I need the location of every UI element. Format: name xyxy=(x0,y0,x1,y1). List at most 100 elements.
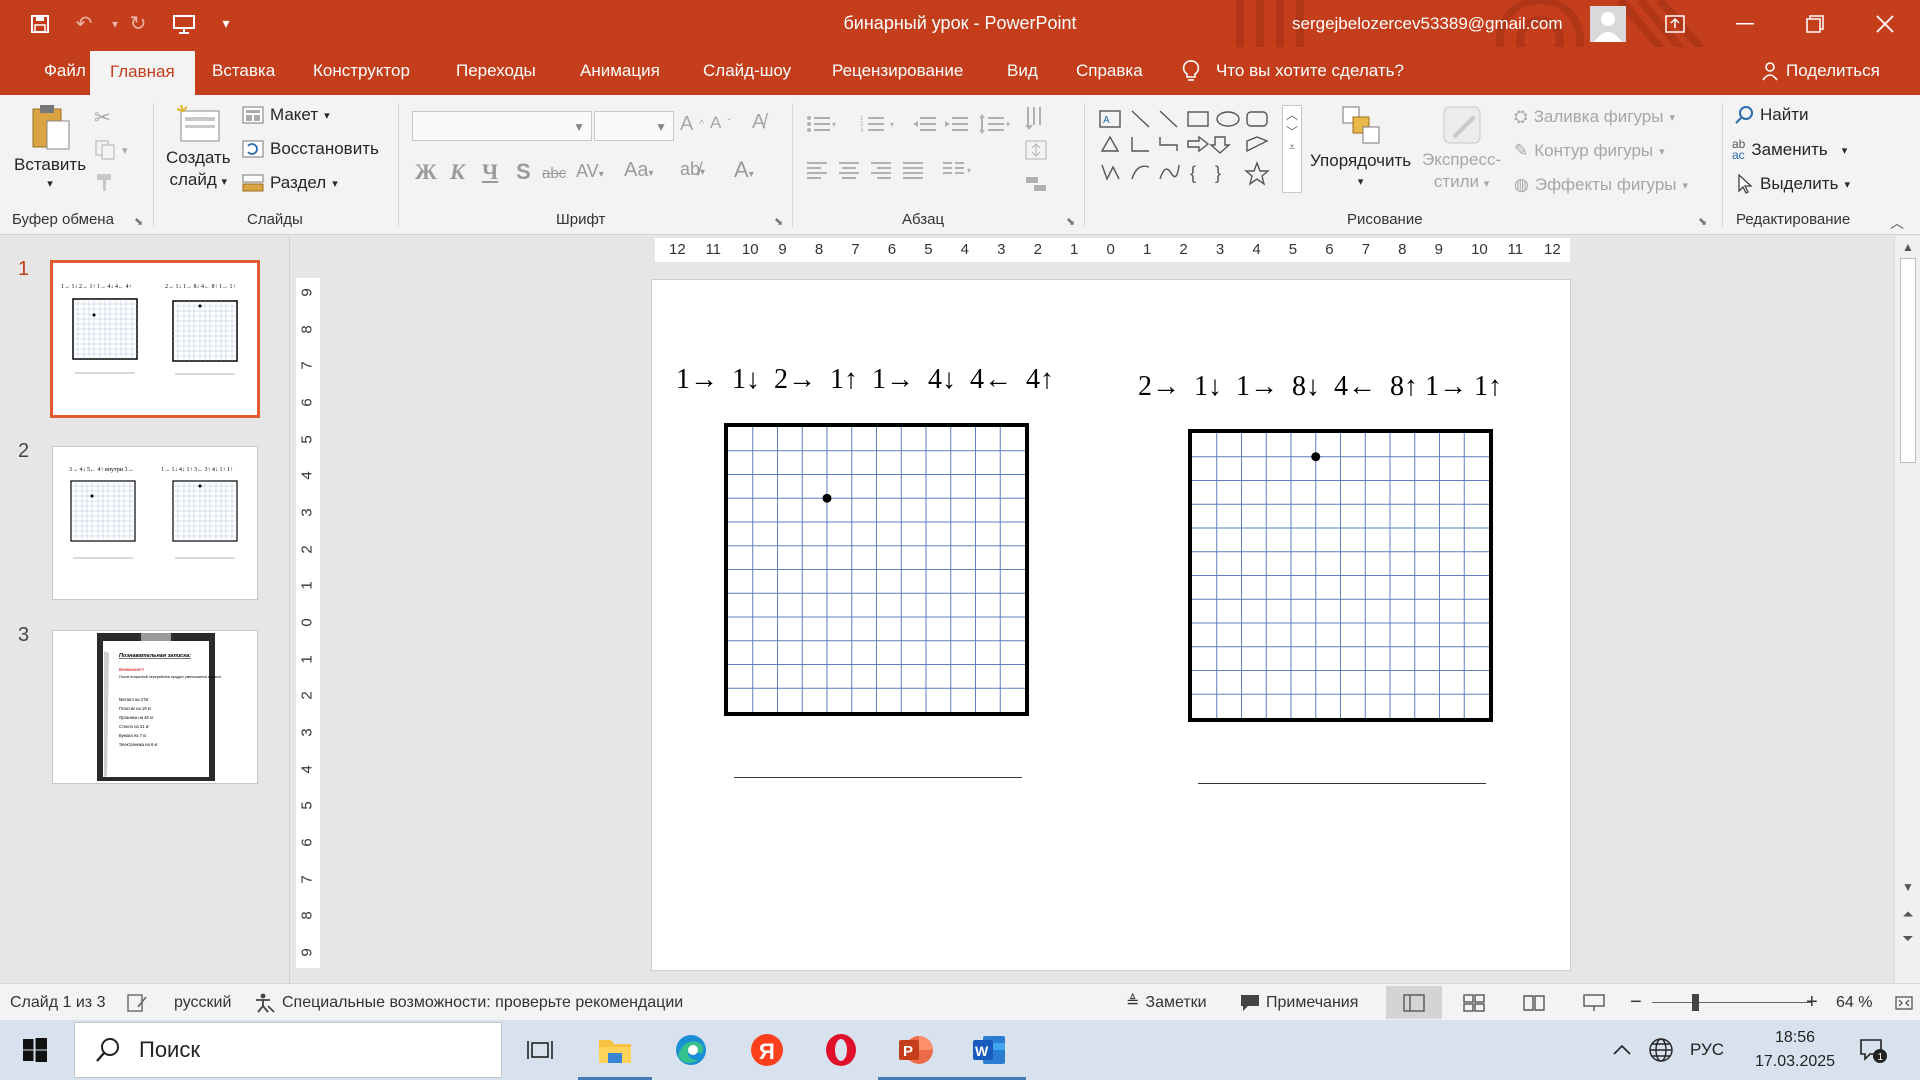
highlight-icon[interactable]: ab̸▾ xyxy=(680,159,705,180)
section-button[interactable]: Раздел ▾ xyxy=(242,173,338,193)
format-painter-icon[interactable] xyxy=(94,171,116,193)
slideshow-view-icon[interactable] xyxy=(1566,986,1622,1019)
copy-icon[interactable]: ▾ xyxy=(94,139,128,161)
new-slide-button[interactable]: Создать слайд ▾ xyxy=(166,103,231,193)
save-icon[interactable] xyxy=(20,0,60,47)
sequence-right[interactable]: 2→ 1↓ 1→ 8↓ 4← 8↑ 1→ 1↑ xyxy=(1138,371,1502,403)
file-explorer-icon[interactable] xyxy=(578,1020,652,1080)
windows-start-icon[interactable] xyxy=(0,1020,70,1080)
font-family-combo[interactable]: ▼ xyxy=(412,111,592,141)
tab-animations[interactable]: Анимация xyxy=(560,47,680,95)
find-button[interactable]: Найти xyxy=(1734,105,1809,125)
select-button[interactable]: Выделить ▾ xyxy=(1736,173,1850,195)
text-direction-icon[interactable] xyxy=(1024,105,1054,131)
grid-left[interactable] xyxy=(724,423,1029,716)
bold-button[interactable]: Ж xyxy=(415,159,437,185)
shape-effects-button[interactable]: ◍ Эффекты фигуры ▾ xyxy=(1514,175,1688,195)
accessibility-status[interactable]: Специальные возможности: проверьте реком… xyxy=(254,984,683,1021)
increase-font-icon[interactable]: A ^ xyxy=(680,113,704,136)
bullets-icon[interactable]: ▾ xyxy=(806,115,838,133)
customize-toolbar-icon[interactable]: ▾ xyxy=(206,0,246,47)
slide[interactable]: 1→ 1↓ 2→ 1↑ 1→ 4↓ 4← 4↑ 2→ 1↓ 1→ 8↓ 4← 8… xyxy=(651,279,1571,971)
tab-slideshow[interactable]: Слайд-шоу xyxy=(683,47,811,95)
font-size-combo[interactable]: ▼ xyxy=(594,111,674,141)
char-spacing-icon[interactable]: AV▾ xyxy=(576,161,604,182)
tab-view[interactable]: Вид xyxy=(987,47,1058,95)
fit-slide-icon[interactable] xyxy=(1894,984,1914,1021)
cut-icon[interactable]: ✂ xyxy=(94,105,111,130)
normal-view-icon[interactable] xyxy=(1386,986,1442,1019)
notes-button[interactable]: ≜ Заметки xyxy=(1126,984,1207,1021)
slide-thumbnail-3[interactable]: Познавательная записка: Внимание!!! Посл… xyxy=(52,630,258,784)
shadow-button[interactable]: S xyxy=(516,159,531,185)
scroll-down-icon[interactable]: ▼ xyxy=(1895,880,1920,894)
reading-view-icon[interactable] xyxy=(1506,986,1562,1019)
strikethrough-button[interactable]: abc xyxy=(542,165,566,182)
vertical-scrollbar[interactable]: ▲ ▼ ⏶ ⏷ xyxy=(1894,236,1920,983)
drawing-launcher-icon[interactable]: ⬊ xyxy=(1698,215,1707,228)
redo-icon[interactable]: ↻ xyxy=(118,0,158,47)
replace-button[interactable]: ab ac Заменить ▾ xyxy=(1732,138,1847,161)
tab-help[interactable]: Справка xyxy=(1056,47,1163,95)
increase-indent-icon[interactable] xyxy=(944,115,968,133)
globe-icon[interactable] xyxy=(1648,1020,1674,1080)
slide-sorter-icon[interactable] xyxy=(1446,986,1502,1019)
clear-formatting-icon[interactable]: A̸ xyxy=(752,111,765,134)
paste-button[interactable]: Вставить ▾ xyxy=(14,101,86,190)
change-case-button[interactable]: Aa▾ xyxy=(624,159,654,182)
yandex-browser-icon[interactable]: Я xyxy=(730,1020,804,1080)
shapes-gallery-scroll[interactable]: ︿ ﹀ ⩡ xyxy=(1282,105,1302,193)
sequence-left[interactable]: 1→ 1↓ 2→ 1↑ 1→ 4↓ 4← 4↑ xyxy=(676,364,1054,396)
align-right-icon[interactable] xyxy=(870,161,892,179)
taskbar-search[interactable]: Поиск xyxy=(74,1022,502,1078)
reset-button[interactable]: Восстановить xyxy=(242,139,379,159)
grid-right[interactable] xyxy=(1188,429,1493,722)
tab-home[interactable]: Главная xyxy=(90,51,195,95)
close-icon[interactable] xyxy=(1850,0,1920,47)
zoom-slider-knob[interactable] xyxy=(1692,994,1699,1011)
shape-fill-button[interactable]: ⛭ Заливка фигуры ▾ xyxy=(1514,107,1675,127)
next-slide-icon[interactable]: ⏷ xyxy=(1895,930,1920,947)
start-dot[interactable] xyxy=(822,493,832,503)
spelling-icon[interactable] xyxy=(126,984,148,1021)
tab-design[interactable]: Конструктор xyxy=(293,47,430,95)
font-color-button[interactable]: A▾ xyxy=(734,157,754,183)
collapse-ribbon-icon[interactable]: ︿ xyxy=(1890,213,1904,233)
avatar[interactable] xyxy=(1590,6,1626,42)
decrease-indent-icon[interactable] xyxy=(912,115,936,133)
minimize-icon[interactable] xyxy=(1710,0,1780,47)
account-email[interactable]: sergejbelozercev53389@gmail.com xyxy=(1292,0,1563,47)
align-text-icon[interactable] xyxy=(1024,139,1054,161)
paragraph-launcher-icon[interactable]: ⬊ xyxy=(1066,215,1075,228)
ribbon-display-options-icon[interactable] xyxy=(1640,0,1710,47)
comments-button[interactable]: Примечания xyxy=(1240,984,1358,1021)
zoom-slider-track[interactable] xyxy=(1652,1002,1812,1003)
scroll-up-icon[interactable]: ▲ xyxy=(1895,240,1920,254)
quick-styles-button[interactable]: Экспресс- стили ▾ xyxy=(1422,103,1501,195)
underline-button[interactable]: Ч xyxy=(482,159,498,185)
align-left-icon[interactable] xyxy=(806,161,828,179)
line-spacing-icon[interactable]: ▾ xyxy=(978,113,1014,135)
slideshow-from-start-icon[interactable] xyxy=(164,0,204,47)
tab-transitions[interactable]: Переходы xyxy=(436,47,556,95)
numbering-icon[interactable]: 1 2 3 ▾ xyxy=(860,115,902,133)
zoom-level[interactable]: 64 % xyxy=(1836,984,1872,1021)
shapes-gallery[interactable]: A { } xyxy=(1097,105,1281,195)
opera-browser-icon[interactable] xyxy=(804,1020,878,1080)
zoom-out-button[interactable]: − xyxy=(1630,984,1642,1021)
tab-insert[interactable]: Вставка xyxy=(192,47,295,95)
clock[interactable]: 18:56 17.03.2025 xyxy=(1740,1026,1850,1074)
slide-thumbnail-2[interactable]: 3→ 4↓ 5← 4↑ внутри 3→ 1→ 1↓ 4↓ 1↑ 3← 3↑ … xyxy=(52,446,258,600)
font-launcher-icon[interactable]: ⬊ xyxy=(774,215,783,228)
smartart-icon[interactable] xyxy=(1024,173,1054,195)
zoom-in-button[interactable]: + xyxy=(1806,984,1818,1021)
share-button[interactable]: Поделиться xyxy=(1760,47,1880,95)
tab-review[interactable]: Рецензирование xyxy=(812,47,983,95)
tell-me-search[interactable]: Что вы хотите сделать? xyxy=(1182,47,1404,95)
layout-button[interactable]: Макет ▾ xyxy=(242,105,330,125)
clipboard-launcher-icon[interactable]: ⬊ xyxy=(134,215,143,228)
shape-outline-button[interactable]: ✎ Контур фигуры ▾ xyxy=(1514,141,1665,161)
word-icon[interactable]: W xyxy=(952,1020,1026,1080)
slide-thumbnail-1[interactable]: 1→ 1↓ 2→ 1↑ 1→ 4↓ 4← 4↑ 2→ 1↓ 1→ 8↓ 4← 8… xyxy=(50,260,260,418)
italic-button[interactable]: К xyxy=(450,159,465,185)
